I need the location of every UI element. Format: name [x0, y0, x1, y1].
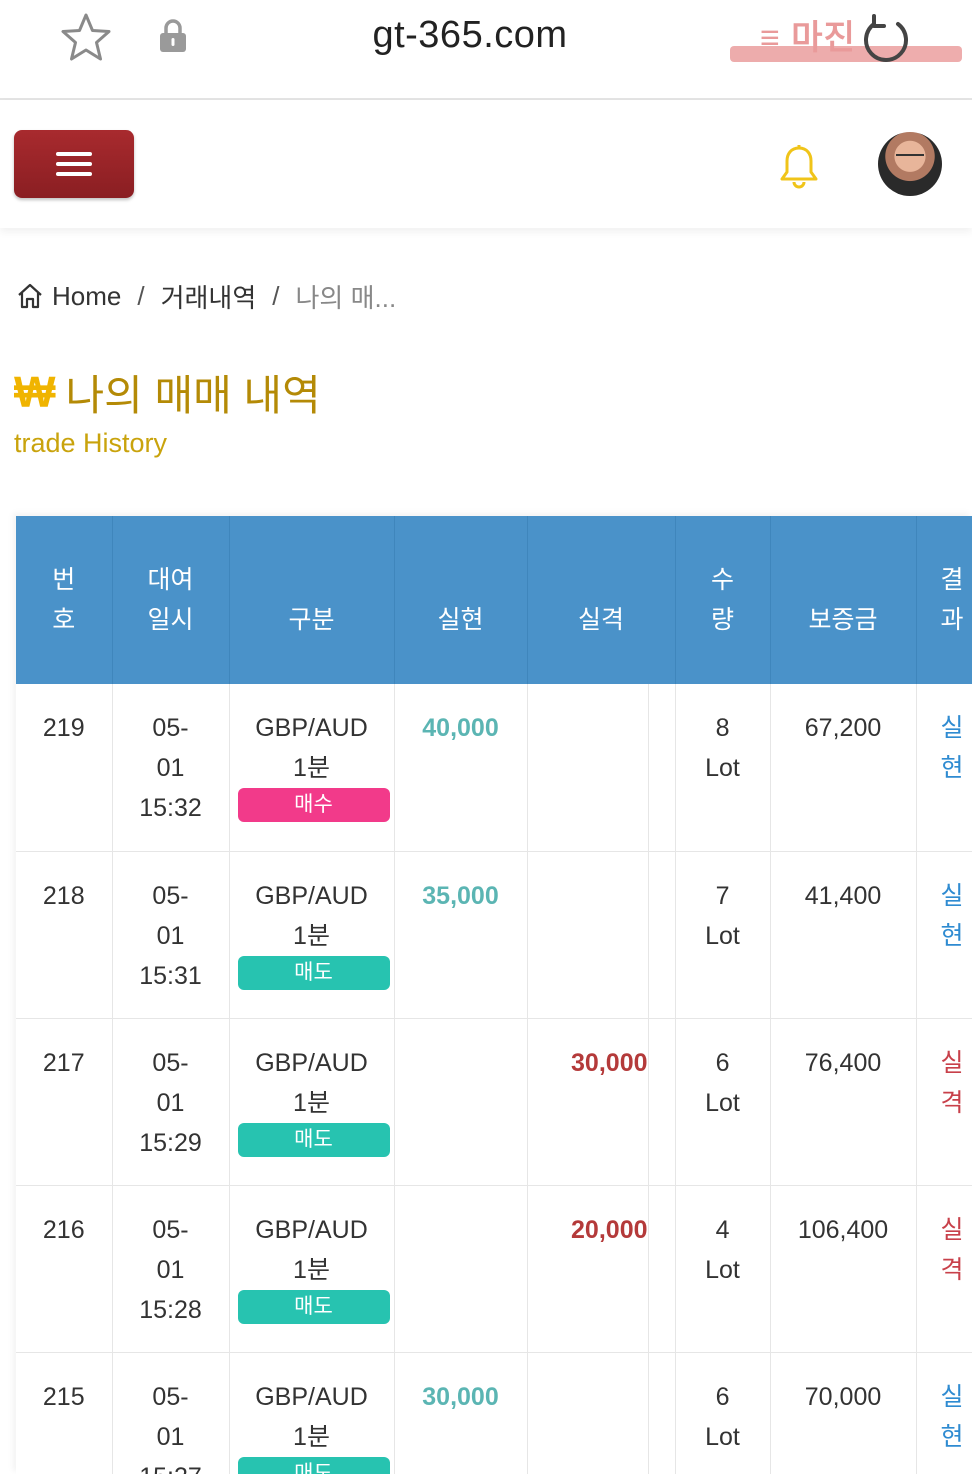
- cell-number: 217: [16, 1018, 113, 1186]
- sell-badge: 매도: [237, 955, 390, 990]
- breadcrumb-current: 나의 매...: [295, 282, 397, 313]
- cell-deposit: 70,000: [770, 1352, 917, 1474]
- period-label: 1분: [293, 1255, 330, 1284]
- cell-type: GBP/AUD 1분매도: [229, 851, 395, 1019]
- pair-label: GBP/AUD: [255, 1215, 368, 1244]
- cell-quantity: 4 Lot: [675, 1185, 771, 1353]
- pair-label: GBP/AUD: [255, 881, 368, 910]
- header-quantity: 수량: [675, 516, 771, 684]
- table-row[interactable]: 216 05- 01 15:28 GBP/AUD 1분매도 20,000 4 Lot 106,40…: [16, 1185, 972, 1353]
- cell-quantity: 6 Lot: [675, 1018, 771, 1186]
- table-row[interactable]: 219 05- 01 15:32 GBP/AUD 1분매수 40,000 8 Lot 67,200…: [16, 684, 972, 852]
- cell-date: 05- 01 15:31: [112, 851, 230, 1019]
- watermark-logo: ≡ 마진: [730, 10, 962, 62]
- table-row[interactable]: 217 05- 01 15:29 GBP/AUD 1분매도 30,000 6 Lot 76,400…: [16, 1018, 972, 1186]
- cell-date: 05-0115:27: [112, 1352, 230, 1474]
- cell-spacer: [648, 684, 676, 852]
- header-deposit: 보증금: [770, 516, 917, 684]
- cell-spacer: [648, 851, 676, 1019]
- sell-badge: 매도: [237, 1122, 390, 1157]
- header-result: 결과: [916, 516, 972, 684]
- breadcrumb: Home / 거래내역 / 나의 매...: [16, 276, 396, 316]
- cell-lost: [527, 1352, 649, 1474]
- cell-date: 05- 01 15:29: [112, 1018, 230, 1186]
- cell-result: 실현: [916, 684, 972, 852]
- app-header: [0, 100, 972, 228]
- hamburger-menu-icon: [56, 152, 92, 156]
- hamburger-menu-button[interactable]: [14, 130, 134, 198]
- cell-deposit: 76,400: [770, 1018, 917, 1186]
- cell-deposit: 41,400: [770, 851, 917, 1019]
- cell-spacer: [648, 1352, 676, 1474]
- cell-quantity: 6 Lot: [675, 1352, 771, 1474]
- buy-badge: 매수: [237, 788, 390, 822]
- cell-lost: 30,000: [527, 1018, 649, 1186]
- user-avatar[interactable]: [878, 132, 942, 196]
- cell-type: GBP/AUD 1분매도: [229, 1352, 395, 1474]
- header-date: 대여 일시: [112, 516, 230, 684]
- cell-lost: [527, 851, 649, 1019]
- cell-realized: 30,000: [394, 1352, 528, 1474]
- period-label: 1분: [293, 1422, 330, 1451]
- cell-date: 05- 01 15:28: [112, 1185, 230, 1353]
- star-icon[interactable]: [60, 12, 112, 64]
- pair-label: GBP/AUD: [255, 1382, 368, 1411]
- cell-spacer: [648, 1185, 676, 1353]
- cell-deposit: 106,400: [770, 1185, 917, 1353]
- cell-realized: [394, 1185, 528, 1353]
- cell-number: 218: [16, 851, 113, 1019]
- period-label: 1분: [293, 754, 330, 782]
- sell-badge: 매도: [237, 1456, 390, 1474]
- header-lost: 실격: [527, 516, 676, 684]
- sell-badge: 매도: [237, 1289, 390, 1324]
- cell-lost: [527, 684, 649, 852]
- table-row[interactable]: 218 05- 01 15:31 GBP/AUD 1분매도 35,000 7 Lot 41,400…: [16, 851, 972, 1019]
- period-label: 1분: [293, 1088, 330, 1117]
- cell-number: 216: [16, 1185, 113, 1353]
- table-header-row: 번호 대여 일시 구분 실현 실격 수량 보증금 결과: [16, 516, 972, 684]
- cell-deposit: 67,200: [770, 684, 917, 852]
- cell-date: 05- 01 15:32: [112, 684, 230, 852]
- cell-result: 실격: [916, 1185, 972, 1353]
- trade-history-table: 번호 대여 일시 구분 실현 실격 수량 보증금 결과 219 05- 01 15:32…: [16, 516, 972, 1474]
- cell-quantity: 7 Lot: [675, 851, 771, 1019]
- table-row[interactable]: 21505-0115:27 GBP/AUD 1분매도30,000 6Lot70,000…: [16, 1352, 972, 1474]
- breadcrumb-home[interactable]: Home: [52, 281, 121, 312]
- home-icon[interactable]: [16, 282, 44, 310]
- page-title: ₩ 나의 매매 내역: [14, 362, 321, 423]
- cell-quantity: 8 Lot: [675, 684, 771, 852]
- breadcrumb-trade-history[interactable]: 거래내역: [161, 278, 257, 315]
- cell-result: 실현: [916, 1352, 972, 1474]
- period-label: 1분: [293, 921, 330, 950]
- cell-spacer: [648, 1018, 676, 1186]
- cell-realized: [394, 1018, 528, 1186]
- breadcrumb-separator: /: [272, 280, 280, 311]
- cell-type: GBP/AUD 1분매도: [229, 1185, 395, 1353]
- cell-type: GBP/AUD 1분매도: [229, 1018, 395, 1186]
- cell-result: 실격: [916, 1018, 972, 1186]
- header-number: 번호: [16, 516, 113, 684]
- pair-label: GBP/AUD: [255, 1048, 368, 1077]
- browser-url-bar: gt-365.com ≡ 마진: [0, 0, 972, 100]
- won-currency-icon: ₩: [14, 367, 56, 417]
- cell-number: 215: [16, 1352, 113, 1474]
- reload-icon[interactable]: [858, 12, 914, 68]
- cell-number: 219: [16, 684, 113, 852]
- pair-label: GBP/AUD: [255, 714, 368, 742]
- url-text[interactable]: gt-365.com: [300, 14, 640, 57]
- header-type: 구분: [229, 516, 395, 684]
- breadcrumb-separator: /: [137, 280, 145, 311]
- page-title-text: 나의 매매 내역: [65, 372, 321, 419]
- cell-result: 실현: [916, 851, 972, 1019]
- cell-realized: 40,000: [394, 684, 528, 852]
- cell-type: GBP/AUD 1분매수: [229, 684, 395, 852]
- lock-icon: [160, 19, 186, 52]
- cell-lost: 20,000: [527, 1185, 649, 1353]
- page-subtitle: trade History: [14, 428, 168, 458]
- header-realized: 실현: [394, 516, 528, 684]
- bell-icon[interactable]: [778, 144, 820, 190]
- cell-realized: 35,000: [394, 851, 528, 1019]
